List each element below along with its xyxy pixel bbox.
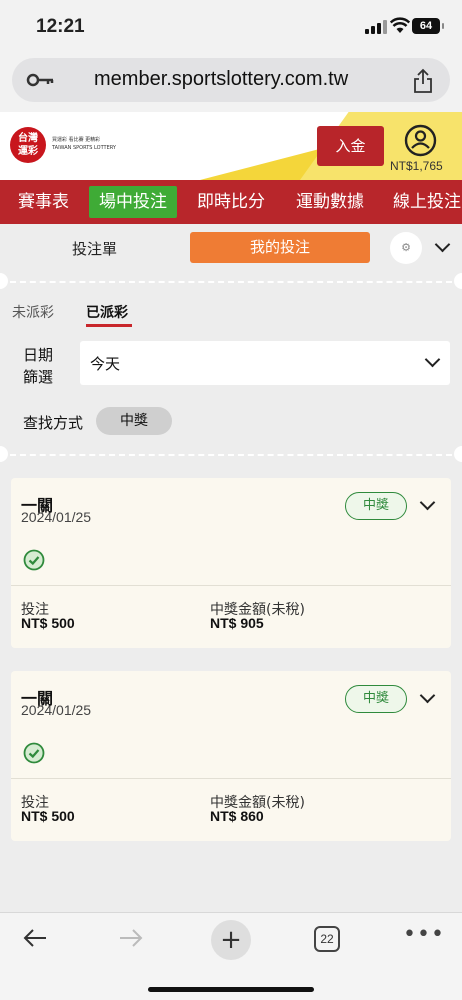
new-tab-button[interactable]: + bbox=[211, 920, 251, 960]
nav-item-online-betting[interactable]: 線上投注 bbox=[393, 186, 461, 218]
bet-card[interactable]: 一關 2024/01/25 中獎 投注 NT$ 500 中獎金額(未稅) NT$… bbox=[11, 478, 451, 648]
ticket-notch bbox=[0, 446, 8, 462]
account-balance: NT$1,765 bbox=[390, 159, 443, 173]
date-filter-value: 今天 bbox=[90, 355, 121, 373]
tabs-button[interactable]: 22 bbox=[314, 926, 340, 952]
nav-item-schedule[interactable]: 賽事表 bbox=[18, 186, 69, 218]
date-filter-label: 日期 篩選 bbox=[23, 346, 54, 386]
deposit-button[interactable]: 入金 bbox=[317, 126, 384, 166]
logo-tagline: 買運彩 看比賽 更精彩 TAIWAN SPORTS LOTTERY bbox=[52, 137, 116, 151]
check-circle-icon bbox=[23, 549, 45, 571]
more-icon[interactable]: ••• bbox=[403, 922, 445, 947]
date-filter-select[interactable]: 今天 bbox=[80, 341, 450, 385]
wifi-icon bbox=[390, 17, 410, 33]
winnings-amount: NT$ 905 bbox=[210, 615, 264, 631]
winnings-amount: NT$ 860 bbox=[210, 808, 264, 824]
browser-address-row: member.sportslottery.com.tw bbox=[0, 52, 462, 112]
chevron-down-icon[interactable] bbox=[419, 494, 436, 511]
site-logo[interactable]: 台灣 運彩 bbox=[10, 127, 46, 163]
tab-my-bets[interactable]: 我的投注 bbox=[190, 232, 370, 263]
home-indicator bbox=[148, 987, 314, 992]
share-icon[interactable] bbox=[412, 68, 434, 94]
nav-item-live-scores[interactable]: 即時比分 bbox=[197, 186, 265, 218]
forward-arrow-icon[interactable] bbox=[118, 927, 144, 949]
stake-amount: NT$ 500 bbox=[21, 808, 75, 824]
battery-icon: 64 bbox=[412, 18, 444, 34]
gear-icon: ⚙ bbox=[401, 241, 411, 254]
subtab-active-indicator bbox=[86, 324, 132, 327]
ticket-notch bbox=[454, 273, 462, 289]
ticket-notch bbox=[0, 273, 8, 289]
status-badge: 中獎 bbox=[345, 492, 407, 520]
url-text[interactable]: member.sportslottery.com.tw bbox=[94, 68, 348, 91]
site-header: 台灣 運彩 買運彩 看比賽 更精彩 TAIWAN SPORTS LOTTERY … bbox=[0, 112, 462, 180]
key-icon bbox=[26, 73, 54, 87]
chevron-down-icon[interactable] bbox=[419, 687, 436, 704]
ticket-notch bbox=[454, 446, 462, 462]
bet-date: 2024/01/25 bbox=[21, 509, 92, 525]
nav-item-sports-stats[interactable]: 運動數據 bbox=[296, 186, 364, 218]
search-method-chip[interactable]: 中獎 bbox=[96, 407, 172, 435]
bet-date: 2024/01/25 bbox=[21, 702, 92, 718]
card-divider bbox=[11, 585, 451, 586]
status-time: 12:21 bbox=[36, 16, 85, 37]
dashed-divider bbox=[10, 281, 452, 283]
bet-tabs: 投注單 我的投注 ⚙ bbox=[0, 224, 462, 272]
address-bar[interactable]: member.sportslottery.com.tw bbox=[12, 58, 450, 102]
plus-icon: + bbox=[220, 925, 242, 955]
status-bar: 12:21 64 bbox=[0, 0, 462, 52]
nav-item-live-betting[interactable]: 場中投注 bbox=[89, 186, 177, 218]
card-divider bbox=[11, 778, 451, 779]
chevron-down-icon[interactable] bbox=[434, 236, 451, 253]
main-nav: 賽事表 場中投注 即時比分 運動數據 線上投注 bbox=[0, 180, 462, 224]
bet-card[interactable]: 一關 2024/01/25 中獎 投注 NT$ 500 中獎金額(未稅) NT$… bbox=[11, 671, 451, 841]
subtab-settled[interactable]: 已派彩 bbox=[86, 302, 128, 322]
dashed-divider bbox=[10, 454, 452, 456]
check-circle-icon bbox=[23, 742, 45, 764]
chevron-down-icon bbox=[424, 351, 441, 368]
search-method-label: 查找方式 bbox=[23, 414, 84, 432]
signal-icon bbox=[365, 20, 387, 34]
subtab-unsettled[interactable]: 未派彩 bbox=[12, 302, 54, 322]
account-icon[interactable] bbox=[404, 124, 437, 157]
back-arrow-icon[interactable] bbox=[22, 927, 48, 949]
settings-button[interactable]: ⚙ bbox=[390, 232, 422, 264]
status-badge: 中獎 bbox=[345, 685, 407, 713]
tab-bet-slip[interactable]: 投注單 bbox=[72, 238, 117, 259]
stake-amount: NT$ 500 bbox=[21, 615, 75, 631]
